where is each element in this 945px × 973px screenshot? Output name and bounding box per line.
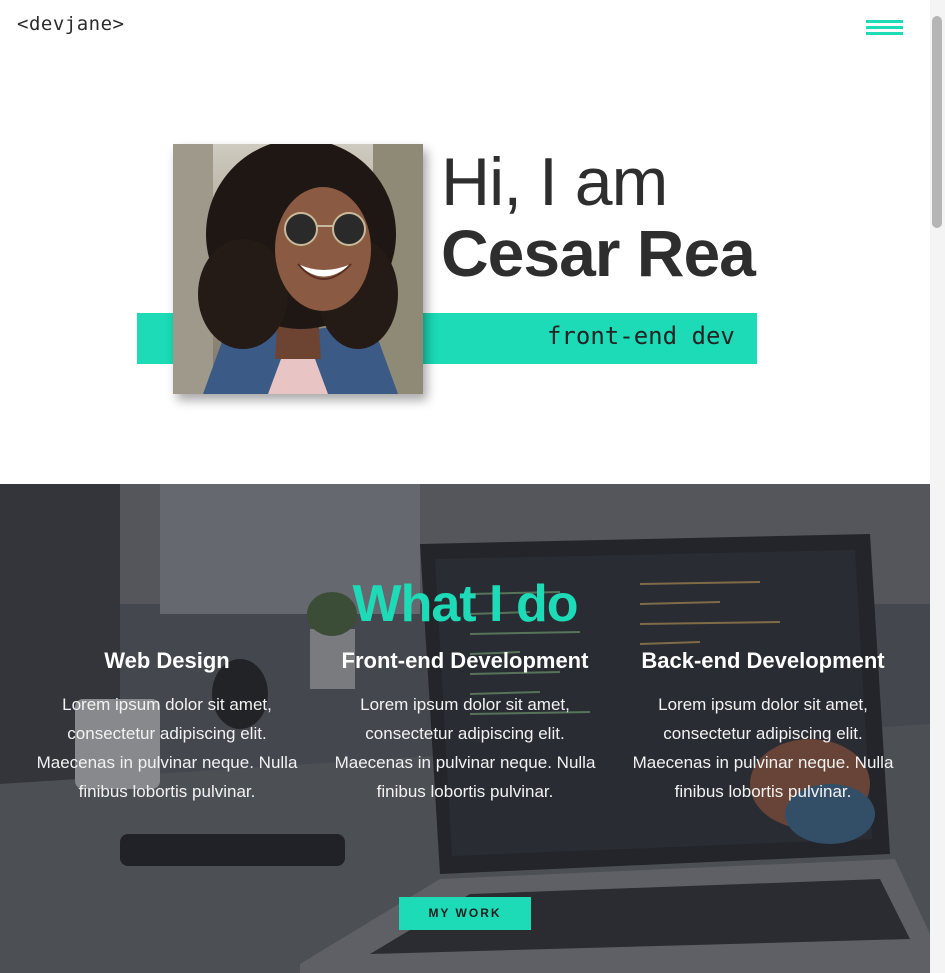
service-description: Lorem ipsum dolor sit amet, consectetur … — [632, 695, 894, 801]
service-title: Back-end Development — [641, 648, 885, 673]
service-title: Front-end Development — [341, 648, 589, 673]
menu-bar — [866, 26, 903, 29]
service-title: Web Design — [104, 648, 230, 673]
service-back-end-development: Back-end Development Lorem ipsum dolor s… — [632, 647, 894, 806]
menu-bar — [866, 32, 903, 35]
service-description: Lorem ipsum dolor sit amet, consectetur … — [334, 695, 596, 801]
service-web-design: Web Design Lorem ipsum dolor sit amet, c… — [36, 647, 298, 806]
services-section: What I do Web Design Lorem ipsum dolor s… — [0, 484, 930, 973]
scrollbar-thumb[interactable] — [932, 16, 942, 228]
profile-photo — [173, 144, 423, 394]
menu-bar — [866, 20, 903, 23]
site-logo[interactable]: <devjane> — [17, 13, 124, 35]
profile-photo-illustration — [173, 144, 423, 394]
role-label: front-end dev — [547, 322, 735, 350]
page: <devjane> front-end dev Hi, I am Cesar R… — [0, 0, 945, 973]
greeting-heading: Hi, I am — [441, 144, 668, 220]
hamburger-menu-icon[interactable] — [866, 20, 903, 38]
services-title: What I do — [352, 575, 579, 633]
service-description: Lorem ipsum dolor sit amet, consectetur … — [36, 695, 298, 801]
name-heading: Cesar Rea — [441, 216, 756, 290]
service-front-end-development: Front-end Development Lorem ipsum dolor … — [334, 647, 596, 806]
my-work-button[interactable]: MY WORK — [399, 897, 531, 930]
